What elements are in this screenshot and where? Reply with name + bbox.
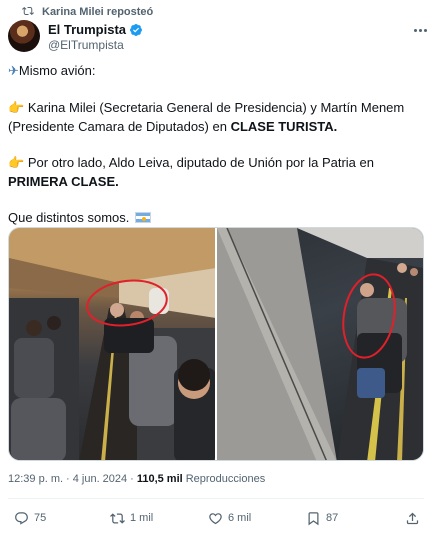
pointing-hand-icon: 👉 <box>8 156 25 171</box>
like-count: 6 mil <box>228 512 252 524</box>
tweet-media <box>8 227 424 461</box>
author-info[interactable]: El Trumpista @ElTrumpista <box>48 22 143 53</box>
repost-icon <box>22 5 34 20</box>
economy-cabin-illustration <box>9 228 215 460</box>
reply-button[interactable]: 75 <box>14 511 46 526</box>
verified-badge-icon <box>130 23 143 36</box>
like-button[interactable]: 6 mil <box>208 511 251 526</box>
divider <box>8 498 424 499</box>
author-name[interactable]: El Trumpista <box>48 22 126 37</box>
share-button[interactable] <box>405 511 420 526</box>
repost-label: Karina Milei reposteó <box>42 6 154 18</box>
tweet-header: El Trumpista @ElTrumpista <box>8 20 432 54</box>
photo-first-class[interactable] <box>217 228 423 460</box>
tweet-body: ✈Mismo avión: 👉 Karina Milei (Secretaria… <box>8 62 432 227</box>
views-count: 110,5 mil <box>136 473 183 485</box>
tweet-line-1: ✈Mismo avión: <box>8 63 96 79</box>
bookmark-icon <box>308 511 319 525</box>
tweet-line-4: Que distintos somos. <box>8 209 432 227</box>
views-label: Reproducciones <box>185 473 266 485</box>
more-options-icon[interactable] <box>410 23 430 37</box>
heart-icon <box>209 512 222 524</box>
action-bar: 75 1 mil 6 mil 87 <box>8 508 424 528</box>
bookmark-count: 87 <box>326 512 339 524</box>
pointing-hand-icon: 👉 <box>8 101 25 116</box>
repost-icon <box>110 512 125 524</box>
tweet-date[interactable]: 4 jun. 2024 <box>73 473 127 485</box>
author-handle[interactable]: @ElTrumpista <box>48 38 143 53</box>
repost-button[interactable]: 1 mil <box>110 511 153 526</box>
tweet-metadata: 12:39 p. m. · 4 jun. 2024 · 110,5 mil Re… <box>8 473 266 485</box>
avatar[interactable] <box>8 20 40 52</box>
tweet-time[interactable]: 12:39 p. m. <box>8 473 63 485</box>
first-class-illustration <box>217 228 423 460</box>
photo-economy-cabin[interactable] <box>9 228 215 460</box>
tweet-line-3: 👉 Por otro lado, Aldo Leiva, diputado de… <box>8 155 374 189</box>
reply-icon <box>15 511 28 525</box>
share-icon <box>406 512 419 524</box>
repost-count: 1 mil <box>130 512 154 524</box>
tweet-line-2: 👉 Karina Milei (Secretaria General de Pr… <box>8 100 405 134</box>
bookmark-button[interactable]: 87 <box>306 511 338 526</box>
repost-indicator[interactable]: Karina Milei reposteó <box>22 5 153 19</box>
argentina-flag-icon <box>135 212 152 223</box>
airplane-icon: ✈ <box>8 64 19 79</box>
reply-count: 75 <box>34 512 47 524</box>
